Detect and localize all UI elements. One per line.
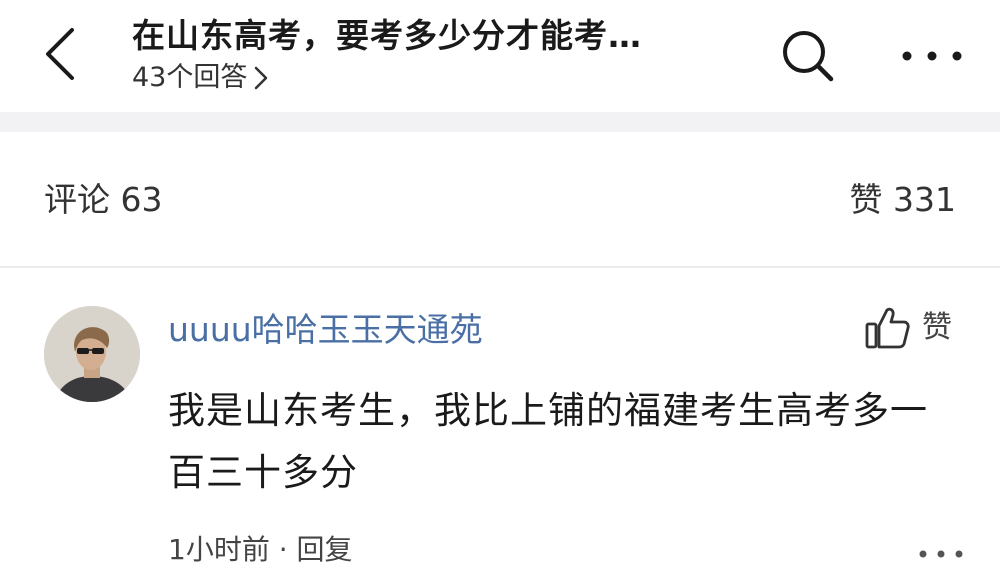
likes-number: 331 bbox=[893, 180, 956, 219]
comments-number: 63 bbox=[120, 180, 163, 219]
comments-count: 评论 63 bbox=[44, 180, 163, 220]
chevron-left-icon bbox=[46, 28, 74, 80]
comment-meta: 1小时前 · 回复 bbox=[168, 530, 353, 570]
question-title[interactable]: 在山东高考，要考多少分才能考… bbox=[132, 14, 732, 58]
meta-separator: · bbox=[278, 533, 288, 566]
thumbs-up-icon bbox=[865, 307, 910, 349]
comment-text: 我是山东考生，我比上铺的福建考生高考多一百三十多分 bbox=[168, 389, 928, 494]
top-bar: 在山东高考，要考多少分才能考… 43个回答 bbox=[0, 0, 1000, 112]
reply-button[interactable]: 回复 bbox=[297, 533, 353, 566]
comment-like-label: 赞 bbox=[922, 310, 952, 345]
search-icon bbox=[783, 31, 834, 82]
likes-count[interactable]: 赞 331 bbox=[850, 180, 957, 220]
comment-like-button[interactable]: 赞 bbox=[864, 306, 952, 350]
section-divider bbox=[0, 112, 1000, 132]
more-options-button[interactable] bbox=[896, 24, 968, 88]
likes-label: 赞 bbox=[849, 180, 883, 219]
comment-item: uuuu哈哈玉玉天通苑 赞 我是山东考生，我比上铺的福建考生高考多一百三十多分 … bbox=[0, 268, 1000, 570]
answer-count: 43个回答 bbox=[132, 62, 248, 93]
comment-more-button[interactable] bbox=[918, 544, 964, 564]
title-block: 在山东高考，要考多少分才能考… 43个回答 bbox=[132, 14, 752, 96]
stats-bar: 评论 63 赞 331 bbox=[0, 132, 1000, 268]
answer-count-link[interactable]: 43个回答 bbox=[132, 60, 752, 96]
answer-comments-page: 在山东高考，要考多少分才能考… 43个回答 评论 63 赞 331 uuuu哈哈… bbox=[0, 0, 1000, 570]
back-button[interactable] bbox=[30, 22, 90, 86]
search-button[interactable] bbox=[776, 24, 840, 88]
more-horizontal-icon bbox=[902, 51, 962, 61]
avatar-image bbox=[44, 306, 140, 402]
comment-time: 1小时前 bbox=[168, 533, 270, 566]
comments-label: 评论 bbox=[44, 180, 110, 219]
chevron-right-icon bbox=[255, 66, 268, 90]
more-horizontal-icon bbox=[919, 550, 963, 558]
avatar[interactable] bbox=[44, 306, 140, 402]
comment-username[interactable]: uuuu哈哈玉玉天通苑 bbox=[168, 308, 483, 352]
